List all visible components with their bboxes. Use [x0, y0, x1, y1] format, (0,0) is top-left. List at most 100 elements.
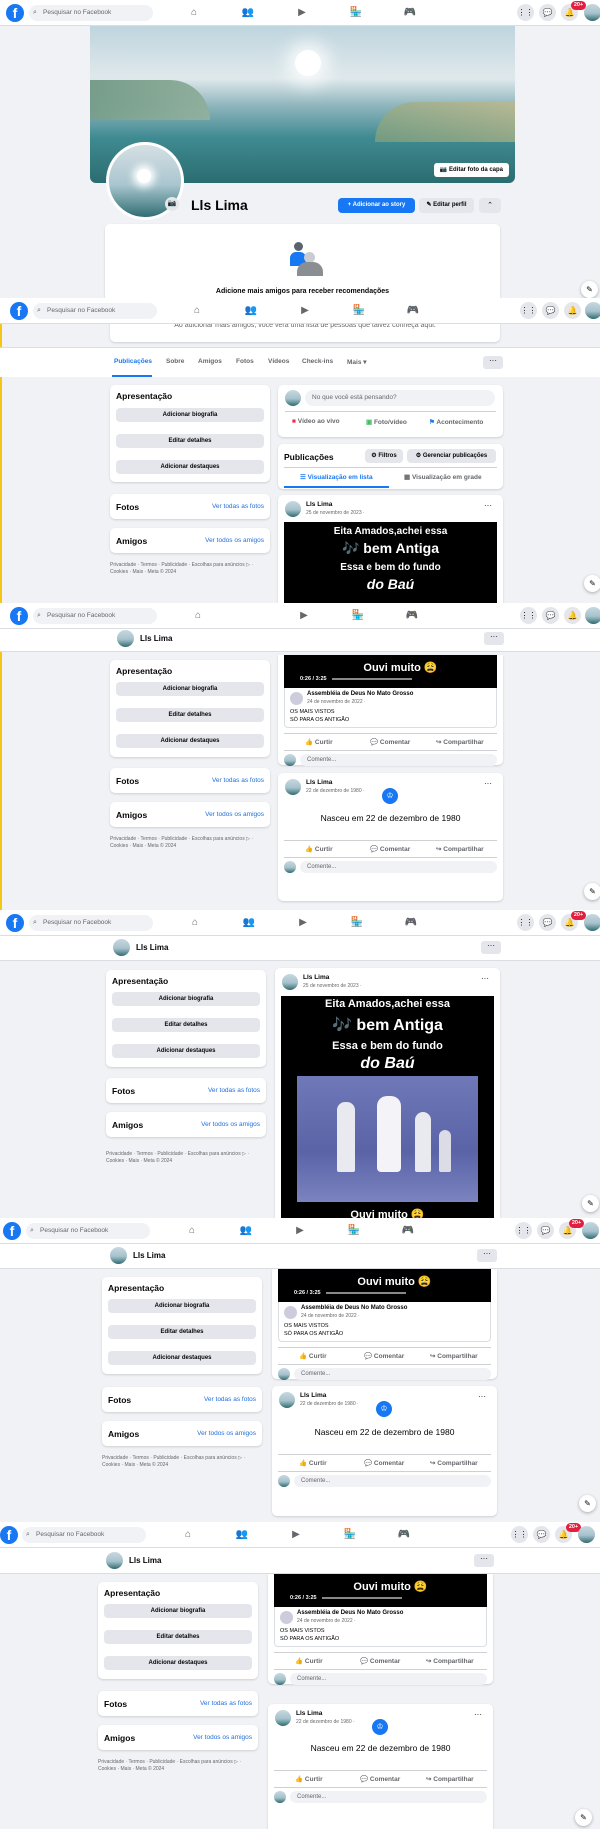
new-message-icon[interactable]: ✎ [581, 281, 598, 298]
search-input[interactable]: ⌕ Pesquisar no Facebook [33, 608, 157, 624]
profile-picture[interactable]: 📷 [106, 142, 184, 220]
facebook-logo[interactable]: f [0, 1526, 18, 1544]
new-message-icon[interactable]: ✎ [582, 1195, 599, 1212]
watch-icon[interactable]: ▶ [289, 1528, 303, 1542]
share-button[interactable]: ↪ Compartilhar [426, 1775, 474, 1783]
more-options-button[interactable]: ··· [477, 1249, 497, 1262]
more-options-button[interactable]: ··· [484, 632, 504, 645]
comment-button[interactable]: 💬 Comentar [370, 738, 410, 746]
gaming-icon[interactable]: 🎮 [405, 609, 419, 623]
comment-input[interactable]: Comente... [294, 1475, 491, 1487]
home-icon[interactable]: ⌂ [191, 609, 205, 623]
like-button[interactable]: 👍 Curtir [305, 738, 333, 746]
shared-post[interactable]: Assembléia de Deus No Mato Grosso 24 de … [284, 688, 497, 728]
account-avatar[interactable] [584, 914, 600, 931]
edit-profile-button[interactable]: ✎ Editar perfil [419, 198, 474, 213]
new-message-icon[interactable]: ✎ [575, 1809, 592, 1826]
messenger-icon[interactable]: 💬 [537, 1222, 554, 1239]
video-player[interactable]: Ouvi muito 😩 0:26 / 3:25 [274, 1574, 487, 1607]
marketplace-icon[interactable]: 🏪 [351, 609, 365, 623]
gaming-icon[interactable]: 🎮 [404, 916, 418, 930]
shared-post[interactable]: Assembléia de Deus No Mato Grosso 24 de … [274, 1607, 487, 1647]
facebook-logo[interactable]: f [10, 302, 28, 320]
comment-input[interactable]: Comente... [300, 754, 497, 766]
comment-button[interactable]: 💬 Comentar [360, 1775, 400, 1783]
menu-grid-icon[interactable]: ⋮⋮ [520, 302, 537, 319]
account-avatar[interactable] [582, 1222, 599, 1239]
facebook-logo[interactable]: f [3, 1222, 21, 1240]
home-icon[interactable]: ⌂ [185, 1224, 199, 1238]
friends-icon[interactable]: 👥 [241, 6, 255, 20]
account-avatar[interactable] [578, 1526, 595, 1543]
post-options-icon[interactable]: ··· [468, 1710, 488, 1723]
chevron-up-button[interactable]: ⌃ [479, 198, 501, 213]
new-message-icon[interactable]: ✎ [584, 575, 600, 592]
comment-button[interactable]: 💬 Comentar [370, 845, 410, 853]
like-button[interactable]: 👍 Curtir [295, 1657, 323, 1665]
footer-links[interactable]: Privacidade · Termos · Publicidade · Esc… [110, 562, 270, 576]
edit-details-button[interactable]: Editar detalhes [104, 1630, 252, 1644]
post-options-icon[interactable]: ··· [472, 1392, 492, 1405]
search-input[interactable]: ⌕ Pesquisar no Facebook [29, 915, 153, 931]
composer-input[interactable]: No que você está pensando? [305, 390, 495, 406]
photo-video-button[interactable]: ▣ Foto/vídeo [366, 418, 407, 426]
add-story-button[interactable]: + Adicionar ao story [338, 198, 415, 213]
menu-grid-icon[interactable]: ⋮⋮ [520, 607, 537, 624]
home-icon[interactable]: ⌂ [187, 6, 201, 20]
post-options-icon[interactable]: ··· [475, 974, 495, 987]
menu-grid-icon[interactable]: ⋮⋮ [517, 4, 534, 21]
post-options-icon[interactable]: ··· [478, 501, 498, 514]
manage-posts-button[interactable]: ⚙ Gerenciar publicações [407, 449, 496, 463]
tab-fotos[interactable]: Fotos [236, 358, 254, 365]
more-options-button[interactable]: ··· [483, 356, 503, 369]
friends-icon[interactable]: 👥 [239, 1224, 253, 1238]
friends-icon[interactable]: 👥 [242, 916, 256, 930]
see-all-photos-link[interactable]: Ver todas as fotos [212, 503, 264, 510]
bell-icon[interactable]: 🔔 [564, 302, 581, 319]
account-avatar[interactable] [585, 607, 600, 624]
camera-icon[interactable]: 📷 [165, 197, 179, 211]
comment-input[interactable]: Comente... [290, 1673, 487, 1685]
account-avatar[interactable] [584, 4, 600, 21]
menu-grid-icon[interactable]: ⋮⋮ [511, 1526, 528, 1543]
post-options-icon[interactable]: ··· [478, 779, 498, 792]
messenger-icon[interactable]: 💬 [539, 914, 556, 931]
home-icon[interactable]: ⌂ [188, 916, 202, 930]
filters-button[interactable]: ⚙ Filtros [365, 449, 403, 463]
add-bio-button[interactable]: Adicionar biografia [116, 408, 264, 422]
edit-details-button[interactable]: Editar detalhes [112, 1018, 260, 1032]
edit-details-button[interactable]: Editar detalhes [108, 1325, 256, 1339]
add-highlights-button[interactable]: Adicionar destaques [116, 460, 264, 474]
add-bio-button[interactable]: Adicionar biografia [108, 1299, 256, 1313]
tab-videos[interactable]: Vídeos [268, 358, 289, 365]
friends-icon[interactable]: 👥 [235, 1528, 249, 1542]
home-icon[interactable]: ⌂ [181, 1528, 195, 1542]
add-bio-button[interactable]: Adicionar biografia [104, 1604, 252, 1618]
new-message-icon[interactable]: ✎ [579, 1495, 596, 1512]
shared-post[interactable]: Assembléia de Deus No Mato Grosso 24 de … [278, 1302, 491, 1342]
search-input[interactable]: ⌕ Pesquisar no Facebook [26, 1223, 150, 1239]
list-view-tab[interactable]: ☰ Visualização em lista [300, 473, 373, 481]
more-options-button[interactable]: ··· [474, 1554, 494, 1567]
share-button[interactable]: ↪ Compartilhar [426, 1657, 474, 1665]
gaming-icon[interactable]: 🎮 [406, 304, 420, 318]
add-highlights-button[interactable]: Adicionar destaques [112, 1044, 260, 1058]
tab-publicacoes[interactable]: Publicações [114, 358, 152, 365]
add-highlights-button[interactable]: Adicionar destaques [108, 1351, 256, 1365]
gaming-icon[interactable]: 🎮 [397, 1528, 411, 1542]
tab-mais[interactable]: Mais ▾ [347, 358, 367, 366]
add-bio-button[interactable]: Adicionar biografia [116, 682, 264, 696]
video-player[interactable]: Ouvi muito 😩 0:26 / 3:25 [284, 655, 497, 688]
marketplace-icon[interactable]: 🏪 [347, 1224, 361, 1238]
watch-icon[interactable]: ▶ [296, 916, 310, 930]
home-icon[interactable]: ⌂ [190, 304, 204, 318]
facebook-logo[interactable]: f [6, 4, 24, 22]
marketplace-icon[interactable]: 🏪 [343, 1528, 357, 1542]
grid-view-tab[interactable]: ▦ Visualização em grade [404, 473, 482, 481]
marketplace-icon[interactable]: 🏪 [352, 304, 366, 318]
comment-button[interactable]: 💬 Comentar [360, 1657, 400, 1665]
facebook-logo[interactable]: f [10, 607, 28, 625]
like-button[interactable]: 👍 Curtir [295, 1775, 323, 1783]
edit-details-button[interactable]: Editar detalhes [116, 434, 264, 448]
like-button[interactable]: 👍 Curtir [299, 1459, 327, 1467]
